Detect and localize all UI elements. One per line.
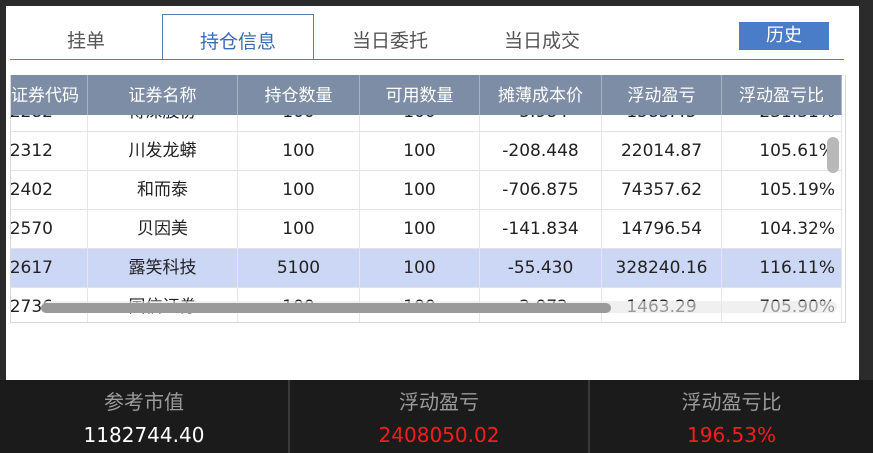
- summary-label: 浮动盈亏: [399, 390, 479, 414]
- cell-pnl: 14796.54: [602, 210, 722, 249]
- cell-quantity: 5100: [238, 249, 360, 288]
- horizontal-scrollbar-thumb[interactable]: [41, 303, 611, 313]
- table-row[interactable]: 002282博深股份100100-5.9841585.45231.31%: [11, 115, 842, 132]
- table-row[interactable]: 002617露笑科技5100100-55.430328240.16116.11%: [11, 249, 842, 288]
- summary-bar: 参考市值 1182744.40 浮动盈亏 2408050.02 浮动盈亏比 19…: [0, 380, 873, 453]
- cell-pnl: 328240.16: [602, 249, 722, 288]
- cell-quantity: 100: [238, 132, 360, 171]
- tab-positions[interactable]: 持仓信息: [162, 14, 314, 60]
- cell-quantity: 100: [238, 115, 360, 132]
- cell-name: 和而泰: [88, 171, 238, 210]
- cell-quantity: 100: [238, 210, 360, 249]
- table-row[interactable]: 002402和而泰100100-706.87574357.62105.19%: [11, 171, 842, 210]
- cell-pnl: 74357.62: [602, 171, 722, 210]
- cell-pnl-ratio: 116.11%: [722, 249, 842, 288]
- cell-cost: -55.430: [480, 249, 602, 288]
- cell-pnl-ratio: 231.31%: [722, 115, 842, 132]
- cell-available: 100: [360, 171, 480, 210]
- history-button[interactable]: 历史: [739, 22, 829, 50]
- summary-floating-pnl-ratio: 浮动盈亏比 196.53%: [590, 380, 873, 453]
- window-frame-top: [0, 0, 873, 6]
- cell-name: 露笑科技: [88, 249, 238, 288]
- summary-label: 浮动盈亏比: [681, 390, 782, 414]
- summary-value: 196.53%: [687, 423, 776, 447]
- column-header-name[interactable]: 证券名称: [88, 75, 238, 115]
- cell-code: 002312: [11, 132, 88, 171]
- cell-name: 博深股份: [88, 115, 238, 132]
- summary-value: 1182744.40: [83, 423, 205, 447]
- cell-available: 100: [360, 210, 480, 249]
- cell-pnl-ratio: 105.19%: [722, 171, 842, 210]
- cell-name: 贝因美: [88, 210, 238, 249]
- table-header: 证券代码 证券名称 持仓数量 可用数量 摊薄成本价 浮动盈亏 浮动盈亏比: [11, 75, 842, 115]
- cell-cost: -5.984: [480, 115, 602, 132]
- cell-code: 002617: [11, 249, 88, 288]
- column-header-pnl[interactable]: 浮动盈亏: [602, 75, 722, 115]
- cell-available: 100: [360, 249, 480, 288]
- cell-pnl-ratio: 105.61%: [722, 132, 842, 171]
- column-header-cost[interactable]: 摊薄成本价: [480, 75, 602, 115]
- summary-value: 2408050.02: [378, 423, 500, 447]
- cell-cost: -141.834: [480, 210, 602, 249]
- tab-bar: 挂单 持仓信息 当日委托 当日成交 历史: [10, 14, 844, 60]
- cell-cost: -706.875: [480, 171, 602, 210]
- cell-code: 002282: [11, 115, 88, 132]
- cell-available: 100: [360, 115, 480, 132]
- cell-code: 002402: [11, 171, 88, 210]
- table-body: 002282博深股份100100-5.9841585.45231.31%0023…: [11, 115, 845, 322]
- tab-today-trades[interactable]: 当日成交: [466, 14, 618, 59]
- cell-quantity: 100: [238, 171, 360, 210]
- positions-table: 证券代码 证券名称 持仓数量 可用数量 摊薄成本价 浮动盈亏 浮动盈亏比 002…: [10, 75, 846, 323]
- cell-pnl: 22014.87: [602, 132, 722, 171]
- column-header-quantity[interactable]: 持仓数量: [238, 75, 360, 115]
- column-header-available[interactable]: 可用数量: [360, 75, 480, 115]
- table-row[interactable]: 002312川发龙蟒100100-208.44822014.87105.61%: [11, 132, 842, 171]
- column-header-pnl-ratio[interactable]: 浮动盈亏比: [722, 75, 842, 115]
- table-rows: 002282博深股份100100-5.9841585.45231.31%0023…: [11, 115, 842, 322]
- tab-pending-orders[interactable]: 挂单: [10, 14, 162, 59]
- tab-today-orders[interactable]: 当日委托: [314, 14, 466, 59]
- cell-pnl-ratio: 104.32%: [722, 210, 842, 249]
- cell-pnl: 1585.45: [602, 115, 722, 132]
- table-row[interactable]: 002570贝因美100100-141.83414796.54104.32%: [11, 210, 842, 249]
- column-header-code[interactable]: 证券代码: [11, 75, 88, 115]
- summary-floating-pnl: 浮动盈亏 2408050.02: [290, 380, 590, 453]
- cell-code: 002570: [11, 210, 88, 249]
- cell-name: 川发龙蟒: [88, 132, 238, 171]
- tab-divider: [10, 59, 844, 60]
- summary-market-value: 参考市值 1182744.40: [0, 380, 290, 453]
- window-frame-left: [0, 0, 6, 380]
- cell-cost: -208.448: [480, 132, 602, 171]
- summary-label: 参考市值: [104, 390, 184, 414]
- window-frame-right: [859, 0, 873, 380]
- cell-available: 100: [360, 132, 480, 171]
- vertical-scrollbar-thumb[interactable]: [827, 137, 839, 173]
